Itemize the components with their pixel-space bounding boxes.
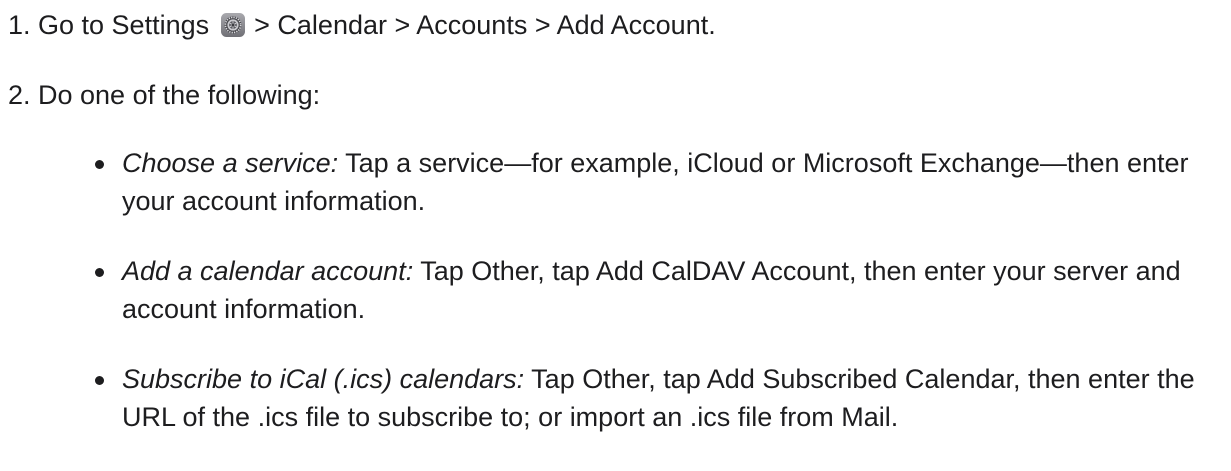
instructions-document: 1. Go to Settings > Calendar > Accounts >… bbox=[0, 0, 1231, 471]
bullet-icon bbox=[95, 160, 104, 169]
step-2: 2. Do one of the following: bbox=[0, 76, 320, 114]
settings-gear-icon bbox=[220, 13, 245, 37]
step-text-end: > Calendar > Accounts > Add Account. bbox=[254, 10, 716, 40]
step-text-start: Go to Settings bbox=[38, 10, 210, 40]
bullet-icon bbox=[95, 376, 104, 385]
bullet-icon bbox=[95, 268, 104, 277]
step-1: 1. Go to Settings > Calendar > Accounts >… bbox=[0, 6, 716, 44]
option-lead: Subscribe to iCal (.ics) calendars: bbox=[122, 364, 525, 394]
list-item: Add a calendar account: Tap Other, tap A… bbox=[95, 252, 1215, 328]
step-number: 2. bbox=[8, 80, 31, 110]
list-item: Choose a service: Tap a service—for exam… bbox=[95, 144, 1215, 220]
options-list: Choose a service: Tap a service—for exam… bbox=[95, 144, 1215, 468]
step-text: Do one of the following: bbox=[38, 80, 321, 110]
step-number: 1. bbox=[8, 10, 31, 40]
option-lead: Choose a service: bbox=[122, 148, 339, 178]
option-lead: Add a calendar account: bbox=[122, 256, 414, 286]
list-item: Subscribe to iCal (.ics) calendars: Tap … bbox=[95, 360, 1215, 436]
